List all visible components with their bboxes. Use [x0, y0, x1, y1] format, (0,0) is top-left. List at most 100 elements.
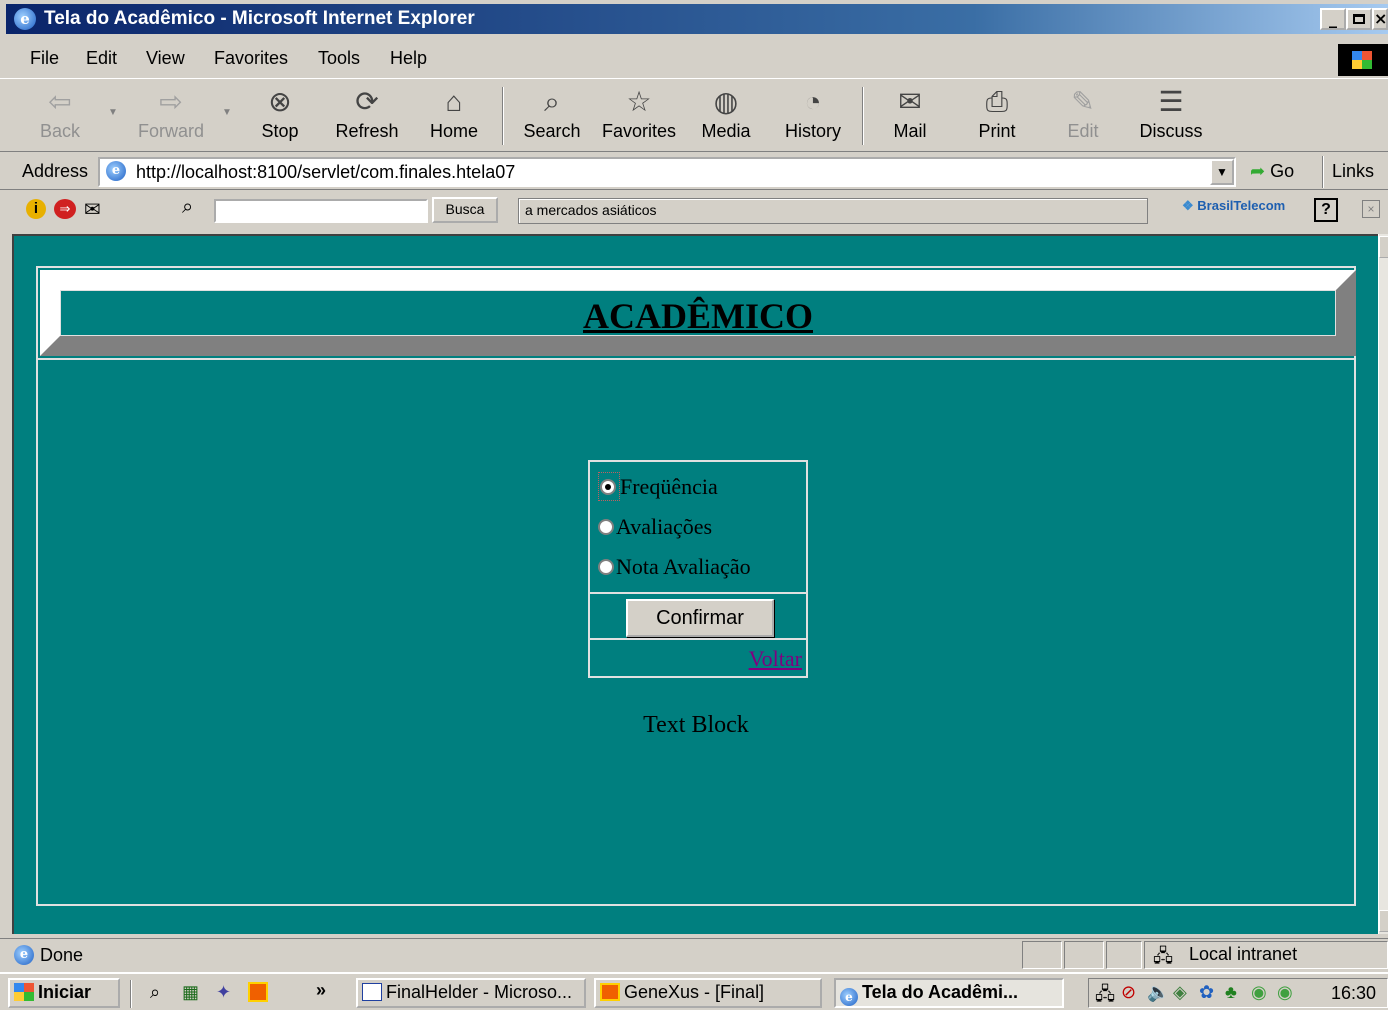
vertical-scrollbar[interactable] — [1378, 234, 1388, 934]
go-arrow-icon: ➦ — [1250, 161, 1266, 181]
go-label: Go — [1270, 161, 1295, 181]
tray-tree-icon[interactable]: ♣ — [1225, 982, 1237, 1003]
menu-favorites[interactable]: Favorites — [214, 48, 288, 69]
address-url: http://localhost:8100/servlet/com.finale… — [136, 162, 516, 182]
status-bar: e Done 🖧 Local intranet — [0, 938, 1388, 970]
back-button[interactable]: ⇦ Back — [30, 85, 90, 142]
status-cell — [1106, 941, 1142, 969]
mail-button[interactable]: ✉ Mail — [880, 85, 940, 142]
divider — [38, 358, 1354, 360]
start-button[interactable]: Iniciar — [8, 978, 120, 1008]
address-label: Address — [22, 161, 89, 181]
discuss-icon: ☰ — [1158, 86, 1184, 117]
windows-flag-icon — [1338, 44, 1388, 76]
tray-blocked-icon[interactable]: ⊘ — [1121, 982, 1136, 1003]
quicklaunch-search-icon[interactable]: ⌕ — [150, 982, 160, 1003]
tray-sync-icon[interactable]: ✿ — [1199, 982, 1214, 1003]
home-button[interactable]: ⌂ Home — [424, 85, 484, 142]
tray-volume-icon[interactable]: 🔈 — [1147, 982, 1169, 1003]
radio-avaliacoes[interactable] — [598, 519, 614, 535]
task-ie-active[interactable]: e Tela do Acadêmi... — [834, 978, 1064, 1008]
mail-label: Mail — [893, 121, 927, 141]
brand-logo-icon[interactable]: ⇒ — [54, 199, 76, 219]
brasiltelecom-link[interactable]: ❖ BrasilTelecom — [1182, 198, 1285, 214]
tray-app-icon[interactable]: ◈ — [1173, 982, 1187, 1003]
quicklaunch-app-icon[interactable]: ▦ — [182, 982, 199, 1003]
email-icon[interactable]: ✉ — [84, 197, 101, 222]
busca-button[interactable]: Busca — [432, 197, 498, 223]
go-button[interactable]: ➦ Go — [1250, 161, 1294, 182]
menu-file[interactable]: File — [30, 48, 59, 69]
news-ticker[interactable]: a mercados asiáticos — [518, 198, 1148, 224]
option-frequencia[interactable]: Freqüência — [598, 472, 718, 501]
voltar-link[interactable]: Voltar — [749, 646, 802, 672]
options-table: Freqüência Avaliações Nota Avaliação Con… — [588, 460, 808, 678]
history-label: History — [784, 121, 841, 141]
forward-label: Forward — [137, 121, 204, 141]
status-cell — [1064, 941, 1104, 969]
menu-view[interactable]: View — [146, 48, 185, 69]
stop-button[interactable]: ⊗ Stop — [254, 85, 306, 142]
tray-globe-icon[interactable]: ◉ — [1251, 982, 1267, 1003]
option-nota-avaliacao-label: Nota Avaliação — [616, 554, 751, 579]
media-button[interactable]: ◍ Media — [696, 85, 756, 142]
scroll-down-button[interactable] — [1379, 910, 1388, 932]
restore-icon — [1353, 14, 1365, 24]
back-dropdown-icon[interactable]: ▼ — [108, 107, 118, 118]
scroll-up-button[interactable] — [1379, 236, 1388, 258]
close-button[interactable]: × — [1372, 8, 1388, 30]
home-label: Home — [429, 121, 478, 141]
menu-edit[interactable]: Edit — [86, 48, 117, 69]
confirmar-button[interactable]: Confirmar — [626, 599, 774, 637]
radio-frequencia[interactable] — [600, 479, 616, 495]
edit-button[interactable]: ✎ Edit — [1058, 85, 1108, 142]
discuss-button[interactable]: ☰ Discuss — [1136, 85, 1206, 142]
stop-label: Stop — [261, 121, 299, 141]
system-tray: 🖧 ⊘ 🔈 ◈ ✿ ♣ ◉ ◉ 16:30 — [1088, 978, 1388, 1008]
menu-tools[interactable]: Tools — [318, 48, 360, 69]
links-button[interactable]: Links — [1332, 161, 1374, 182]
menu-help[interactable]: Help — [390, 48, 427, 69]
refresh-button[interactable]: ⟳ Refresh — [330, 85, 404, 142]
print-label: Print — [978, 121, 1016, 141]
stop-icon: ⊗ — [268, 86, 292, 117]
minimize-button[interactable]: _ — [1320, 8, 1346, 30]
option-avaliacoes[interactable]: Avaliações — [598, 514, 712, 540]
task-word[interactable]: FinalHelder - Microso... — [356, 978, 586, 1008]
title-frame: ACADÊMICO — [40, 270, 1356, 356]
quicklaunch-more[interactable]: » — [316, 980, 326, 1001]
standard-toolbar: ⇦ Back ▼ ⇨ Forward ▼ ⊗ Stop ⟳ Refresh ⌂ … — [0, 78, 1388, 152]
tray-network-icon[interactable]: 🖧 — [1095, 982, 1115, 1010]
forward-arrow-icon: ⇨ — [159, 86, 183, 117]
edit-label: Edit — [1067, 121, 1099, 141]
favorites-button[interactable]: ☆ Favorites — [598, 85, 680, 142]
close-bar-icon[interactable]: × — [1362, 200, 1380, 218]
quicklaunch-tool-icon[interactable]: ✦ — [216, 982, 231, 1003]
option-nota-avaliacao[interactable]: Nota Avaliação — [598, 554, 751, 580]
quicklaunch-genexus-icon[interactable] — [248, 982, 268, 1002]
window-title-bar[interactable]: e Tela do Acadêmico - Microsoft Internet… — [0, 0, 1388, 42]
search-input[interactable] — [214, 199, 428, 223]
print-button[interactable]: ⎙ Print — [970, 85, 1024, 142]
ie-logo-icon: e — [14, 8, 36, 30]
forward-dropdown-icon[interactable]: ▼ — [222, 107, 232, 118]
search-button[interactable]: ⌕ Search — [518, 85, 586, 142]
radio-nota-avaliacao[interactable] — [598, 559, 614, 575]
address-dropdown-icon[interactable]: ▼ — [1210, 159, 1234, 185]
option-avaliacoes-label: Avaliações — [616, 514, 713, 539]
refresh-label: Refresh — [335, 121, 399, 141]
search-magnifier-icon[interactable]: ⌕ — [182, 196, 193, 219]
history-clock-icon: ◔ — [804, 86, 822, 117]
favorites-label: Favorites — [601, 121, 677, 141]
custom-toolbar: i ⇒ ✉ ⌕ Busca a mercados asiáticos ❖ Bra… — [0, 192, 1388, 230]
page-done-icon: e — [14, 945, 34, 965]
help-button[interactable]: ? — [1314, 198, 1338, 222]
media-globe-icon: ◍ — [713, 86, 739, 117]
task-genexus[interactable]: GeneXus - [Final] — [594, 978, 822, 1008]
maximize-button[interactable] — [1346, 8, 1372, 30]
tray-globe2-icon[interactable]: ◉ — [1277, 982, 1293, 1003]
forward-button[interactable]: ⇨ Forward — [134, 85, 208, 142]
info-icon[interactable]: i — [26, 199, 46, 219]
address-input[interactable]: e http://localhost:8100/servlet/com.fina… — [98, 157, 1236, 187]
history-button[interactable]: ◔ History — [780, 85, 846, 142]
